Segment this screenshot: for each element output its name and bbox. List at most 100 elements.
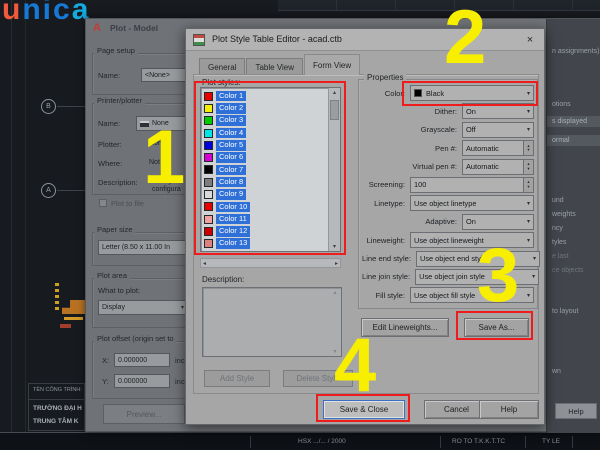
add-style-button[interactable]: Add Style [204,370,270,387]
property-control-line-end-style[interactable]: Use object end style ▾ [415,250,540,267]
property-control-lineweight[interactable]: Use object lineweight ▾ [410,232,534,249]
plot-style-item[interactable]: Color 13 [204,238,340,250]
editor-tab-strip: General Table View Form View [199,53,361,75]
where-value: Not ap [149,159,170,166]
tab-general[interactable]: General [199,58,246,75]
title-block-text: TRƯỜNG ĐẠI H [33,405,82,412]
paper-size-dropdown[interactable]: Letter (8.50 x 11.00 In [98,240,187,255]
plot-dialog-title: Plot - Model [110,23,159,33]
plot-style-item[interactable]: Color 2 [204,102,340,114]
unica-logo: unica [2,0,90,27]
description-scrollbar[interactable]: ▴ ▾ [330,289,340,355]
right-panel-text-fragment: to layout [552,308,579,315]
status-text-fragment: TY LE [542,438,560,445]
property-control-fill-style[interactable]: Use object fill style ▾ [410,287,534,304]
status-text-fragment: RO TO T.K.K.T.TC [452,438,506,445]
right-panel-text-fragment: ce objects [552,267,584,274]
plot-style-item[interactable]: Color 4 [204,127,340,139]
title-block-text: TÊN CÔNG TRÌNH: [33,387,82,393]
scroll-down-icon[interactable]: ▾ [333,243,336,250]
save-as-button[interactable]: Save As... [464,318,529,337]
plot-style-item[interactable]: Color 12 [204,225,340,237]
status-divider [572,436,573,448]
color-swatch [204,226,213,236]
property-control-grayscale[interactable]: Off ▾ [462,121,534,138]
spinner-arrows-icon[interactable]: ▴ ▾ [523,177,533,192]
tab-form-view[interactable]: Form View [304,54,361,75]
plot-style-item-label: Color 3 [216,115,247,126]
printer-plotter-group-label: Printer/plotter [94,96,146,105]
plot-style-item[interactable]: Color 8 [204,176,340,188]
plot-style-item-label: Color 6 [216,152,247,163]
property-label-dither: Dither: [434,106,457,116]
status-divider [440,436,441,448]
title-block-divider [28,399,85,400]
color-swatch [204,177,213,187]
scroll-down-icon[interactable]: ▾ [333,348,336,355]
description-label: Description: [98,178,138,187]
what-to-plot-dropdown[interactable]: Display ▾ [98,300,188,315]
right-panel-text-fragment: und [552,197,564,204]
right-panel-text-fragment: s displayed [547,116,600,127]
dropdown-arrow-icon: ▾ [526,108,530,115]
vertical-scrollbar[interactable]: ▴ ▾ [328,88,340,251]
preview-button[interactable]: Preview... [103,404,185,424]
plot-style-item[interactable]: Color 6 [204,151,340,163]
property-control-color[interactable]: Black ▾ [410,85,534,101]
properties-group-label: Properties [364,73,407,82]
scroll-up-icon[interactable]: ▴ [333,289,336,296]
save-and-close-button[interactable]: Save & Close [323,400,405,419]
edit-lineweights-button[interactable]: Edit Lineweights... [361,318,449,337]
titleblock-status-strip: HSX .../... / 2000 RO TO T.K.K.T.TC TY LE [0,432,600,450]
offset-y-input[interactable]: 0.000000 [114,374,170,388]
offset-x-input[interactable]: 0.000000 [114,353,170,367]
color-swatch [204,91,213,101]
plot-offset-group-label: Plot offset (origin set to [94,334,177,343]
delete-style-button[interactable]: Delete Style [283,370,353,387]
property-value: Use object linetype [414,198,477,208]
plot-to-file-checkbox[interactable] [99,199,107,207]
property-value: Use object lineweight [414,235,484,245]
property-value: On [466,106,476,116]
property-label-pen: Pen #: [435,143,457,153]
close-icon[interactable]: × [520,32,540,48]
horizontal-scrollbar[interactable]: ◂ ▸ [200,258,341,268]
spinner-arrows-icon[interactable]: ▴ ▾ [523,141,533,156]
plot-style-item[interactable]: Color 5 [204,139,340,151]
property-control-adaptive[interactable]: On ▾ [462,213,534,230]
canvas-gridline [25,0,26,450]
help-button[interactable]: Help [479,400,539,419]
plot-style-item[interactable]: Color 3 [204,115,340,127]
tab-table-view[interactable]: Table View [246,58,304,75]
color-swatch [204,202,213,212]
property-control-linetype[interactable]: Use object linetype ▾ [410,195,534,212]
property-control-dither[interactable]: On ▾ [462,103,534,120]
plot-style-item[interactable]: Color 1 [204,90,340,102]
property-control-pen[interactable]: Automatic ▴ ▾ [462,140,534,157]
plot-style-item-label: Color 7 [216,164,247,176]
plot-style-item[interactable]: Color 11 [204,213,340,225]
scrollbar-thumb[interactable] [330,100,339,120]
spinner-arrows-icon[interactable]: ▴ ▾ [523,159,533,174]
property-value: Use object join style [419,272,485,282]
plot-style-item[interactable]: Color 7 [204,164,340,176]
property-control-virtual-pen[interactable]: Automatic ▴ ▾ [462,158,534,175]
plot-style-item[interactable]: Color 10 [204,201,340,213]
property-value: Automatic [466,143,499,153]
color-swatch [204,116,213,126]
plot-styles-listbox[interactable]: Color 1 Color 2 Color 3 Color 4 Color 5 Color… [200,87,341,252]
dropdown-arrow-icon: ▾ [180,305,184,311]
scroll-up-icon[interactable]: ▴ [333,89,336,96]
property-control-screening[interactable]: 100 ▴ ▾ [410,176,534,193]
description-textarea[interactable]: ▴ ▾ [202,287,342,357]
plot-style-item-label: Color 1 [216,90,247,102]
plot-style-item-label: Color 5 [216,140,247,151]
scroll-right-icon[interactable]: ▸ [335,260,338,267]
property-control-line-join-style[interactable]: Use object join style ▾ [415,268,540,285]
plot-style-item[interactable]: Color 9 [204,188,340,200]
property-value: Use object fill style [414,290,476,300]
printer-icon [140,120,149,127]
plot-dialog-help-button[interactable]: Help [555,403,597,419]
property-value: Automatic [466,162,499,172]
scroll-left-icon[interactable]: ◂ [203,260,206,267]
